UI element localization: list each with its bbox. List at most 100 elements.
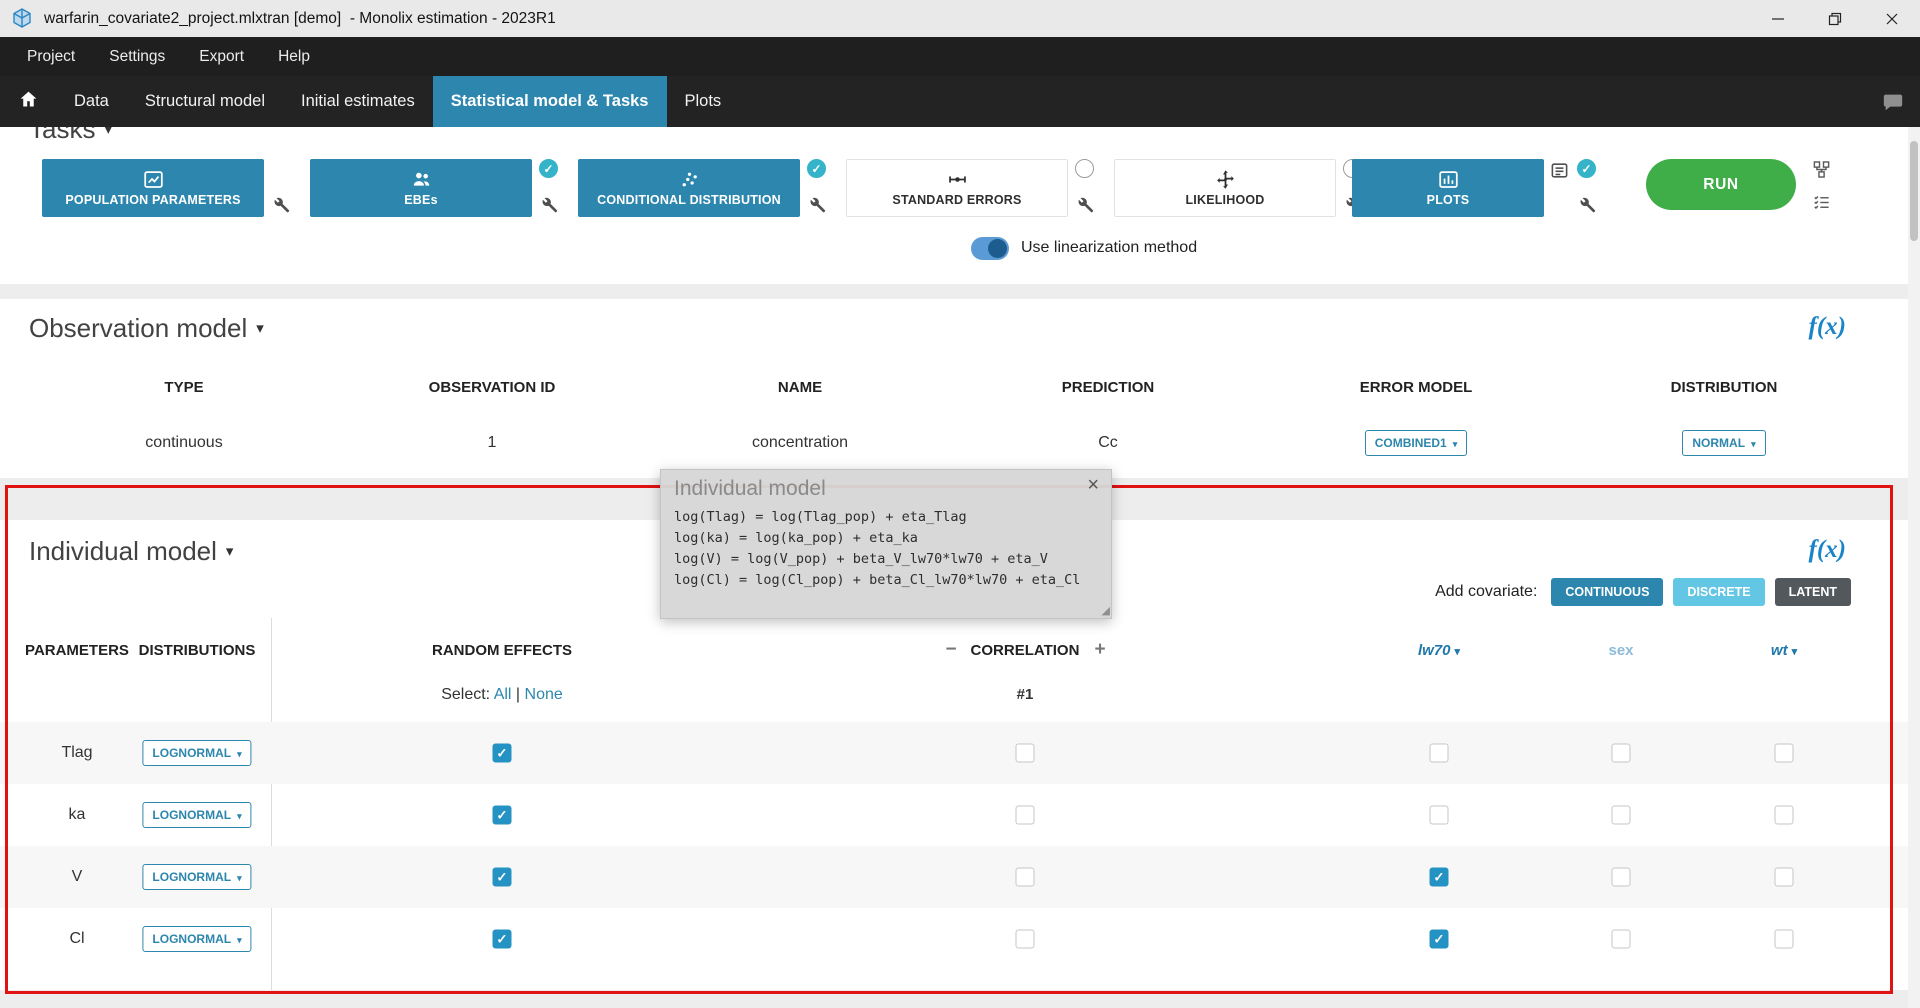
random-effect-checkbox[interactable] (493, 930, 512, 949)
wrench-icon[interactable] (1577, 195, 1596, 214)
resize-handle[interactable] (1097, 605, 1110, 618)
line-chart-icon (143, 169, 164, 190)
observation-table-header: TYPE OBSERVATION ID NAME PREDICTION ERRO… (0, 379, 1908, 396)
table-row-tlag: Tlag LOGNORMAL (0, 722, 1908, 784)
tasks-section-title[interactable]: Tasks (29, 127, 112, 145)
column-distribution: DISTRIBUTION (1570, 379, 1878, 396)
close-button[interactable] (1863, 0, 1920, 37)
task-population-parameters: POPULATION PARAMETERS (42, 159, 264, 217)
task-check-badge[interactable] (539, 159, 558, 178)
checklist-icon[interactable] (1812, 193, 1831, 217)
add-latent-covariate-button[interactable]: LATENT (1775, 578, 1851, 606)
column-prediction: PREDICTION (954, 379, 1262, 396)
correlation-remove-button[interactable]: − (945, 639, 956, 661)
ebes-button[interactable]: EBEs (310, 159, 532, 217)
table-row-v: V LOGNORMAL (0, 846, 1908, 908)
maximize-button[interactable] (1806, 0, 1863, 37)
standard-errors-button[interactable]: STANDARD ERRORS (846, 159, 1068, 217)
scrollbar-thumb[interactable] (1910, 141, 1918, 241)
covariate-checkbox-lw70[interactable] (1430, 806, 1449, 825)
covariate-header-lw70[interactable]: lw70 (1418, 642, 1460, 659)
correlation-checkbox[interactable] (1016, 868, 1035, 887)
random-effect-checkbox[interactable] (493, 868, 512, 887)
covariate-checkbox-lw70[interactable] (1430, 744, 1449, 763)
tab-statistical-model-tasks[interactable]: Statistical model & Tasks (433, 76, 667, 127)
table-row-ka: ka LOGNORMAL (0, 784, 1908, 846)
population-parameters-button[interactable]: POPULATION PARAMETERS (42, 159, 264, 217)
tab-initial-estimates[interactable]: Initial estimates (283, 76, 433, 127)
covariate-checkbox-sex[interactable] (1612, 744, 1631, 763)
minimize-button[interactable] (1749, 0, 1806, 37)
covariate-checkbox-wt[interactable] (1775, 868, 1794, 887)
covariate-checkbox-sex[interactable] (1612, 868, 1631, 887)
individual-model-title[interactable]: Individual model (29, 536, 233, 567)
covariate-checkbox-wt[interactable] (1775, 744, 1794, 763)
conditional-distribution-button[interactable]: CONDITIONAL DISTRIBUTION (578, 159, 800, 217)
plots-button[interactable]: PLOTS (1352, 159, 1544, 217)
random-effect-checkbox[interactable] (493, 806, 512, 825)
covariate-checkbox-sex[interactable] (1612, 930, 1631, 949)
correlation-checkbox[interactable] (1016, 806, 1035, 825)
tab-plots[interactable]: Plots (667, 76, 740, 127)
menu-export[interactable]: Export (182, 48, 261, 66)
feedback-bubble-icon[interactable] (1882, 76, 1920, 127)
correlation-add-button[interactable]: + (1094, 639, 1105, 661)
distribution-select[interactable]: LOGNORMAL (142, 926, 251, 952)
distribution-select[interactable]: LOGNORMAL (142, 802, 251, 828)
covariate-checkbox-lw70[interactable] (1430, 868, 1449, 887)
covariate-header-sex[interactable]: sex (1608, 642, 1633, 659)
select-none-link[interactable]: None (525, 686, 563, 703)
distribution-select[interactable]: LOGNORMAL (142, 740, 251, 766)
tab-data[interactable]: Data (56, 76, 127, 127)
covariate-checkbox-wt[interactable] (1775, 806, 1794, 825)
run-button[interactable]: RUN (1646, 159, 1796, 210)
task-check-badge[interactable] (1577, 159, 1596, 178)
formula-code: log(Tlag) = log(Tlag_pop) + eta_Tlag log… (661, 507, 1111, 591)
menu-project[interactable]: Project (10, 48, 92, 66)
column-name: NAME (646, 379, 954, 396)
scatter-icon (679, 169, 700, 190)
formula-line: log(Cl) = log(Cl_pop) + beta_Cl_lw70*lw7… (674, 570, 1111, 591)
linearization-toggle[interactable] (971, 237, 1009, 260)
parameter-name: Cl (69, 930, 84, 948)
task-check-badge[interactable] (1075, 159, 1094, 178)
column-error-model: ERROR MODEL (1262, 379, 1570, 396)
parameter-name: ka (69, 806, 86, 824)
formula-fx-icon[interactable]: f(x) (1809, 536, 1846, 564)
distribution-select[interactable]: LOGNORMAL (142, 864, 251, 890)
task-check-badge[interactable] (807, 159, 826, 178)
correlation-checkbox[interactable] (1016, 744, 1035, 763)
wrench-icon[interactable] (539, 195, 558, 214)
menu-help[interactable]: Help (261, 48, 327, 66)
workflow-icon[interactable] (1812, 160, 1831, 184)
add-continuous-covariate-button[interactable]: CONTINUOUS (1551, 578, 1663, 606)
individual-table-header: PARAMETERS DISTRIBUTIONS RANDOM EFFECTS … (0, 642, 1908, 664)
random-effect-checkbox[interactable] (493, 744, 512, 763)
select-all-link[interactable]: All (494, 686, 512, 703)
error-model-select[interactable]: COMBINED1 (1365, 430, 1468, 456)
vertical-scrollbar[interactable] (1908, 127, 1920, 1008)
close-icon[interactable]: × (1087, 474, 1099, 497)
parameter-name: V (72, 868, 83, 886)
crosshair-move-icon (1215, 169, 1236, 190)
observation-model-title[interactable]: Observation model (29, 313, 264, 344)
plots-selection-list-icon[interactable] (1550, 161, 1569, 180)
linearization-label: Use linearization method (1021, 239, 1197, 257)
covariate-checkbox-wt[interactable] (1775, 930, 1794, 949)
distribution-select[interactable]: NORMAL (1682, 430, 1765, 456)
wrench-icon[interactable] (1075, 195, 1094, 214)
covariate-checkbox-lw70[interactable] (1430, 930, 1449, 949)
correlation-group-label: #1 (1017, 686, 1034, 703)
likelihood-button[interactable]: LIKELIHOOD (1114, 159, 1336, 217)
popup-title: Individual model (661, 470, 1111, 507)
add-discrete-covariate-button[interactable]: DISCRETE (1673, 578, 1764, 606)
wrench-icon[interactable] (271, 195, 290, 214)
menu-settings[interactable]: Settings (92, 48, 182, 66)
correlation-checkbox[interactable] (1016, 930, 1035, 949)
wrench-icon[interactable] (807, 195, 826, 214)
covariate-header-wt[interactable]: wt (1771, 642, 1797, 659)
covariate-checkbox-sex[interactable] (1612, 806, 1631, 825)
home-tab[interactable] (0, 76, 56, 127)
formula-fx-icon[interactable]: f(x) (1809, 313, 1846, 341)
tab-structural-model[interactable]: Structural model (127, 76, 283, 127)
